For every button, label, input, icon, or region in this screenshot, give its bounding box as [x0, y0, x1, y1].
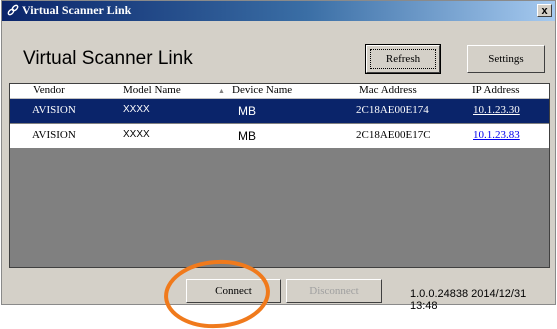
app-window: Virtual Scanner Link x Virtual Scanner L… [1, 0, 556, 312]
device-cell: MB [238, 104, 256, 118]
version-info: 1.0.0.24838 2014/12/31 13:48 [410, 288, 527, 312]
title-bar[interactable]: Virtual Scanner Link x [2, 1, 555, 21]
settings-button-label: Settings [488, 53, 524, 65]
mac-cell: 2C18AE00E17C [356, 129, 431, 141]
page-title: Virtual Scanner Link [23, 48, 193, 69]
column-header-ip-address[interactable]: IP Address [472, 84, 520, 96]
mac-cell: 2C18AE00E174 [356, 104, 429, 116]
list-header: Vendor Model Name ▲ Device Name Mac Addr… [10, 84, 549, 99]
refresh-button[interactable]: Refresh [365, 44, 441, 74]
disconnect-button[interactable]: Disconnect [286, 279, 382, 303]
model-cell: XXXX [123, 104, 150, 115]
model-cell: XXXX [123, 129, 150, 140]
disconnect-button-label: Disconnect [309, 285, 359, 297]
column-header-vendor[interactable]: Vendor [33, 84, 65, 96]
table-row[interactable]: AVISION XXXX MB 2C18AE00E17C 10.1.23.83 [10, 124, 549, 148]
settings-button[interactable]: Settings [467, 45, 545, 73]
connect-button-label: Connect [215, 285, 252, 297]
column-header-mac-address[interactable]: Mac Address [359, 84, 417, 96]
ip-link[interactable]: 10.1.23.83 [473, 129, 520, 141]
column-header-model-name[interactable]: Model Name [123, 84, 181, 96]
refresh-button-label: Refresh [385, 53, 421, 65]
link-icon [7, 4, 19, 16]
close-button[interactable]: x [537, 4, 552, 17]
column-header-device-name[interactable]: Device Name [232, 84, 292, 96]
device-list[interactable]: Vendor Model Name ▲ Device Name Mac Addr… [9, 83, 550, 268]
sort-ascending-icon: ▲ [218, 87, 225, 95]
vendor-cell: AVISION [32, 129, 76, 141]
window-title: Virtual Scanner Link [22, 3, 132, 17]
vendor-cell: AVISION [32, 104, 76, 116]
ip-link[interactable]: 10.1.23.30 [473, 104, 520, 116]
device-cell: MB [238, 129, 256, 143]
connect-button[interactable]: Connect [186, 279, 281, 303]
table-row[interactable]: AVISION XXXX MB 2C18AE00E174 10.1.23.30 [10, 99, 549, 123]
